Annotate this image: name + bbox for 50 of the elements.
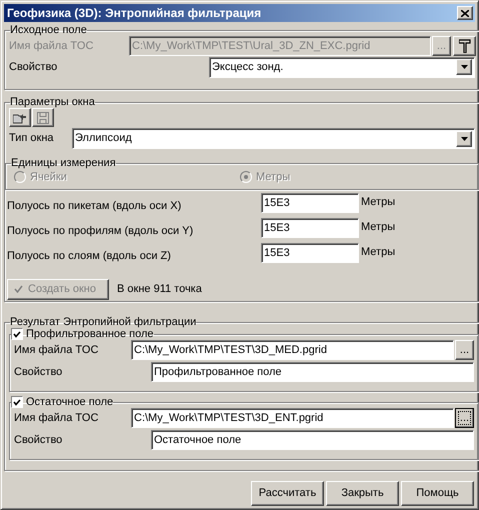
- point-count-text: В окне 911 точка: [117, 282, 202, 297]
- group-title: Результат Энтропийной фильтрации: [10, 316, 196, 328]
- field-label: Свойство: [14, 432, 64, 448]
- dropdown-arrow-icon: [460, 136, 468, 140]
- unit-label: Метры: [361, 245, 396, 260]
- group-title: Исходное поле: [10, 24, 87, 36]
- file-path-field[interactable]: C:\My_Work\TMP\TEST\3D_MED.pgrid: [131, 340, 454, 360]
- close-icon: [461, 10, 469, 16]
- group-title: Параметры окна: [10, 96, 95, 108]
- field-label: Свойство: [9, 60, 58, 75]
- unit-label: Метры: [361, 220, 396, 235]
- unit-label: Метры: [361, 195, 396, 210]
- close-button[interactable]: [457, 6, 473, 20]
- property-field[interactable]: Профильтрованное поле: [151, 362, 474, 382]
- checkbox-label[interactable]: Профильтрованное поле: [26, 328, 154, 340]
- property-field[interactable]: Остаточное поле: [151, 430, 474, 450]
- field-label: Полуось по профилям (вдоль оси Y): [7, 224, 194, 239]
- dialog-button[interactable]: Рассчитать: [251, 481, 324, 506]
- window-title: Геофизика (3D): Энтропийная фильтрация: [7, 5, 262, 22]
- browse-button[interactable]: ...: [455, 408, 474, 428]
- dropdown-button[interactable]: [456, 59, 472, 75]
- folder-arrow-icon: [13, 112, 27, 124]
- field-label: Свойство: [14, 364, 64, 380]
- dialog-button[interactable]: Закрыть: [326, 481, 399, 506]
- dropdown-value: Эксцесс зонд.: [212, 60, 284, 75]
- field-label: Имя файла TOC: [14, 342, 100, 358]
- dropdown-arrow-icon: [460, 65, 468, 69]
- file-path-field[interactable]: C:\My_Work\TMP\TEST\3D_ENT.pgrid: [131, 408, 454, 428]
- field-label: Тип окна: [9, 131, 55, 146]
- number-field[interactable]: 15E3: [261, 193, 359, 213]
- number-field[interactable]: 15E3: [261, 218, 359, 238]
- open-button[interactable]: [9, 108, 31, 127]
- dropdown-value: Эллипсоид: [75, 131, 132, 146]
- checkbox[interactable]: [11, 328, 23, 340]
- dialog-button[interactable]: Помощь: [401, 481, 474, 506]
- group-title: Единицы измерения: [11, 157, 116, 169]
- checkbox-label[interactable]: Остаточное поле: [26, 396, 114, 408]
- save-button[interactable]: [32, 108, 54, 127]
- dropdown[interactable]: Эллипсоид: [72, 128, 475, 149]
- number-field[interactable]: 15E3: [261, 243, 359, 263]
- dropdown[interactable]: Эксцесс зонд.: [209, 56, 475, 78]
- check-icon: [14, 285, 23, 293]
- field-label: Имя файла TOC: [14, 410, 100, 426]
- field-label: Имя файла TOC: [9, 38, 94, 54]
- dropdown-button[interactable]: [456, 130, 472, 146]
- field-label: Полуось по пикетам (вдоль оси X): [7, 199, 182, 214]
- hammer-button[interactable]: [453, 36, 476, 56]
- checkbox[interactable]: [11, 396, 23, 408]
- browse-button[interactable]: ...: [455, 340, 474, 360]
- field-label: Полуось по слоям (вдоль оси Z): [7, 249, 172, 264]
